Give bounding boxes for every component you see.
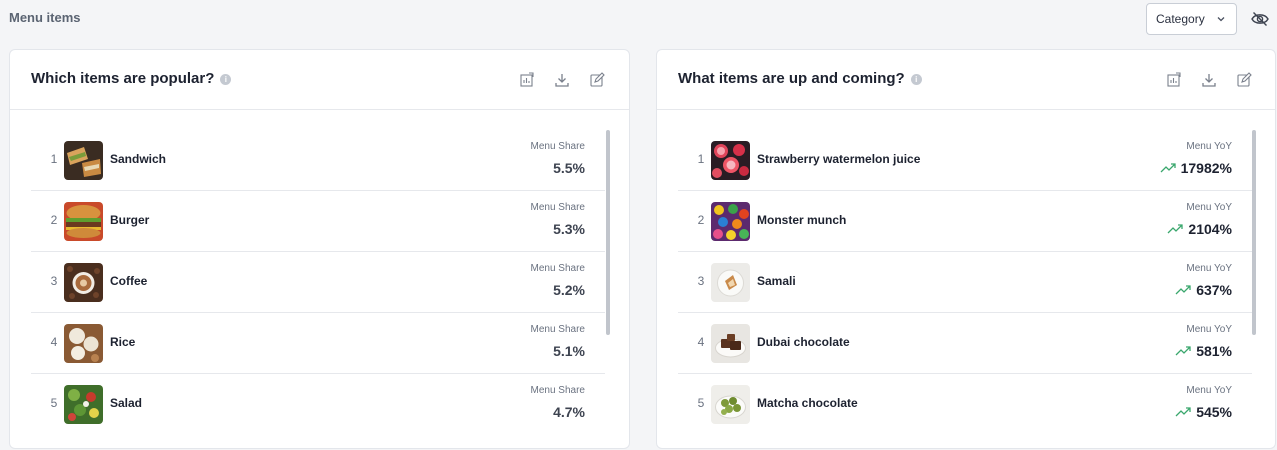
category-dropdown[interactable]: Category <box>1146 3 1237 35</box>
sandwich-thumbnail <box>64 141 103 180</box>
metric-value-text: 2104% <box>1188 221 1232 237</box>
monster-munch-thumbnail <box>711 202 750 241</box>
metric-value: 5.2% <box>553 282 585 298</box>
metric-value-text: 17982% <box>1180 160 1232 176</box>
metric-label: Menu YoY <box>1186 385 1232 396</box>
list-item[interactable]: 3 Samali Menu YoY 637% <box>678 252 1252 313</box>
upcoming-items-card: What items are up and coming? i 1 Strawb… <box>656 49 1276 449</box>
download-icon[interactable] <box>554 72 570 88</box>
item-name: Dubai chocolate <box>757 335 850 349</box>
download-icon[interactable] <box>1201 72 1217 88</box>
trend-up-icon <box>1175 407 1191 417</box>
item-name: Monster munch <box>757 213 847 227</box>
metric-value: 17982% <box>1160 160 1232 176</box>
metric-value: 2104% <box>1167 221 1232 237</box>
card-title: What items are up and coming? i <box>678 70 922 87</box>
metric-label: Menu YoY <box>1186 263 1232 274</box>
rice-thumbnail <box>64 324 103 363</box>
trend-up-icon <box>1175 285 1191 295</box>
metric-value: 5.1% <box>553 343 585 359</box>
trend-up-icon <box>1175 346 1191 356</box>
matcha-chocolate-thumbnail <box>711 385 750 424</box>
samali-thumbnail <box>711 263 750 302</box>
rank-number: 4 <box>50 335 58 349</box>
list-item[interactable]: 5 Matcha chocolate Menu YoY 545% <box>678 374 1252 435</box>
metric-value: 5.5% <box>553 160 585 176</box>
metric-value: 581% <box>1175 343 1232 359</box>
card-header: Which items are popular? i <box>10 50 629 110</box>
item-name: Burger <box>110 213 150 227</box>
metric-label: Menu Share <box>530 324 585 335</box>
item-name: Salad <box>110 396 143 410</box>
trend-up-icon <box>1167 224 1184 234</box>
metric-value-text: 545% <box>1196 404 1232 420</box>
list-item[interactable]: 4 Rice Menu Share 5.1% <box>31 313 605 374</box>
info-icon[interactable]: i <box>220 73 232 85</box>
edit-icon[interactable] <box>1236 72 1252 88</box>
card-title-text: What items are up and coming? <box>678 70 905 87</box>
metric-value: 5.3% <box>553 221 585 237</box>
list-item[interactable]: 5 Salad Menu Share 4.7% <box>31 374 605 435</box>
metric-label: Menu Share <box>530 202 585 213</box>
list-item[interactable]: 2 Monster munch Menu YoY 2104% <box>678 191 1252 252</box>
rank-number: 4 <box>697 335 705 349</box>
dubai-chocolate-thumbnail <box>711 324 750 363</box>
edit-icon[interactable] <box>589 72 605 88</box>
rank-number: 3 <box>50 274 58 288</box>
rank-number: 3 <box>697 274 705 288</box>
list-item[interactable]: 1 Strawberry watermelon juice Menu YoY 1… <box>678 130 1252 191</box>
metric-label: Menu Share <box>530 385 585 396</box>
strawberry-watermelon-juice-thumbnail <box>711 141 750 180</box>
page-title: Menu items <box>9 10 81 25</box>
export-chart-icon[interactable] <box>519 72 535 88</box>
list-item[interactable]: 2 Burger Menu Share 5.3% <box>31 191 605 252</box>
item-name: Matcha chocolate <box>757 396 858 410</box>
scrollbar[interactable] <box>1252 130 1256 335</box>
export-chart-icon[interactable] <box>1166 72 1182 88</box>
metric-value: 637% <box>1175 282 1232 298</box>
item-name: Rice <box>110 335 136 349</box>
metric-label: Menu Share <box>530 263 585 274</box>
metric-label: Menu YoY <box>1186 324 1232 335</box>
item-name: Samali <box>757 274 796 288</box>
scrollbar[interactable] <box>606 130 610 335</box>
upcoming-items-list: 1 Strawberry watermelon juice Menu YoY 1… <box>678 130 1252 435</box>
rank-number: 2 <box>50 213 58 227</box>
card-title-text: Which items are popular? <box>31 70 215 87</box>
metric-value: 4.7% <box>553 404 585 420</box>
metric-value-text: 637% <box>1196 282 1232 298</box>
chevron-down-icon <box>1217 17 1225 22</box>
rank-number: 5 <box>50 396 58 410</box>
salad-thumbnail <box>64 385 103 424</box>
list-item[interactable]: 1 Sandwich Menu Share 5.5% <box>31 130 605 191</box>
trend-up-icon <box>1160 163 1176 173</box>
metric-label: Menu Share <box>530 141 585 152</box>
card-header: What items are up and coming? i <box>657 50 1275 110</box>
popular-items-list: 1 Sandwich Menu Share 5.5% 2 Burger Menu… <box>31 130 605 435</box>
popular-items-card: Which items are popular? i 1 Sandwich Me… <box>9 49 630 449</box>
rank-number: 1 <box>50 152 58 166</box>
category-dropdown-label: Category <box>1156 12 1205 26</box>
metric-label: Menu YoY <box>1186 202 1232 213</box>
info-icon[interactable]: i <box>910 73 922 85</box>
rank-number: 1 <box>697 152 705 166</box>
burger-thumbnail <box>64 202 103 241</box>
top-bar: Menu items Category <box>0 0 1277 40</box>
list-item[interactable]: 4 Dubai chocolate Menu YoY 581% <box>678 313 1252 374</box>
eye-off-icon[interactable] <box>1250 9 1270 29</box>
rank-number: 5 <box>697 396 705 410</box>
rank-number: 2 <box>697 213 705 227</box>
item-name: Coffee <box>110 274 148 288</box>
metric-label: Menu YoY <box>1186 141 1232 152</box>
list-item[interactable]: 3 Coffee Menu Share 5.2% <box>31 252 605 313</box>
item-name: Sandwich <box>110 152 167 166</box>
metric-value-text: 581% <box>1196 343 1232 359</box>
item-name: Strawberry watermelon juice <box>757 152 921 166</box>
coffee-thumbnail <box>64 263 103 302</box>
card-title: Which items are popular? i <box>31 70 232 87</box>
metric-value: 545% <box>1175 404 1232 420</box>
